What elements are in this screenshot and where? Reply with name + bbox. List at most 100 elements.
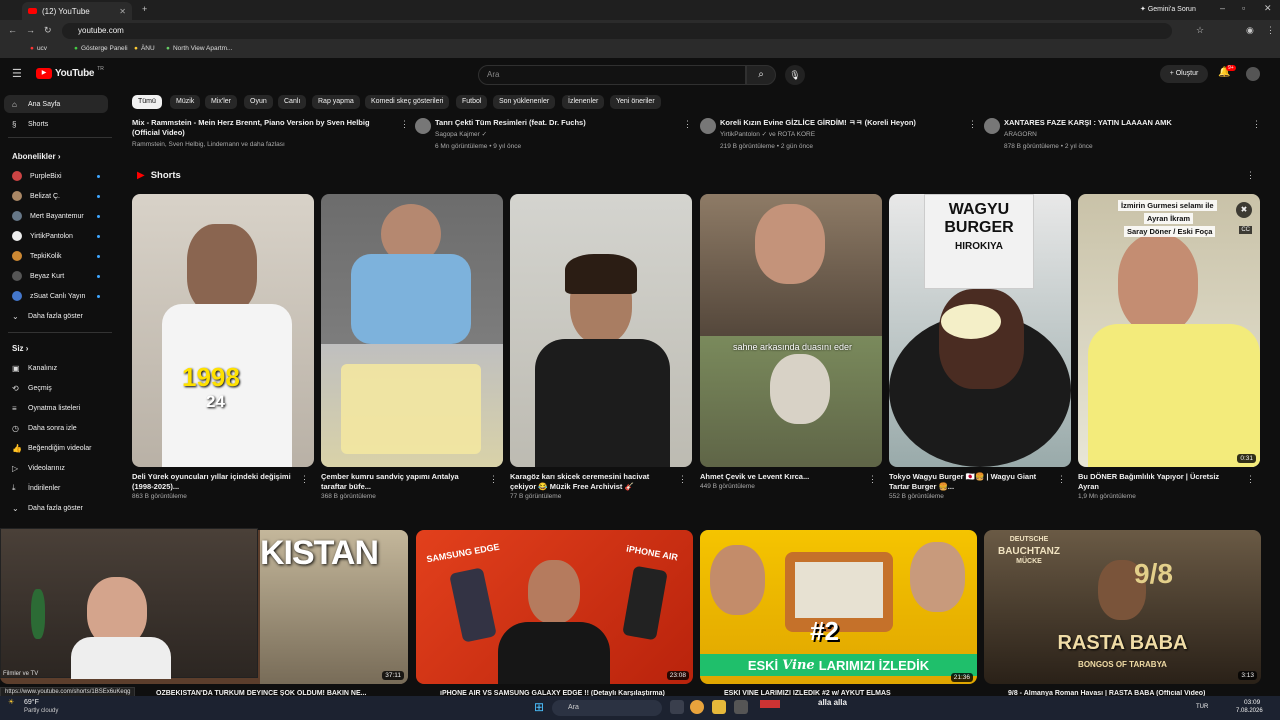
video-title[interactable]: XANTARES FAZE KARŞI : YATIN LAAAAN AMK bbox=[1004, 118, 1254, 128]
menu-dots-icon[interactable]: ⋮ bbox=[1266, 25, 1275, 36]
profile-icon[interactable]: ◉ bbox=[1246, 25, 1254, 36]
bookmark-item[interactable]: ● North View Apartm... bbox=[166, 45, 232, 52]
mute-icon[interactable]: ✖ bbox=[1236, 202, 1252, 218]
sidebar-item-home[interactable]: ⌂ Ana Sayfa bbox=[4, 95, 108, 113]
gemini-button[interactable]: ✦ Gemini'a Sorun bbox=[1140, 5, 1196, 13]
video-info[interactable]: XANTARES FAZE KARŞI : YATIN LAAAAN AMK AR… bbox=[1004, 118, 1254, 152]
filter-chip[interactable]: Oyun bbox=[244, 95, 273, 109]
sidebar-you-item[interactable]: ⤓ İndirilenler bbox=[4, 479, 108, 497]
search-input[interactable]: Ara bbox=[478, 65, 746, 85]
channel-avatar[interactable] bbox=[984, 118, 1000, 134]
video-title[interactable]: Koreli Kızın Evine GİZLİCE GİRDİM! ㅋㅋ (K… bbox=[720, 118, 970, 128]
filter-chip[interactable]: Canlı bbox=[278, 95, 307, 109]
chrome-icon[interactable] bbox=[690, 700, 704, 714]
back-icon[interactable]: ← bbox=[8, 25, 17, 35]
short-thumbnail[interactable]: 1998 24 bbox=[132, 194, 314, 467]
short-info[interactable]: Ahmet Çevik ve Levent Kırca... 449 B görü… bbox=[700, 472, 860, 492]
sidebar-sub-item[interactable]: TepkiKolik bbox=[4, 247, 108, 265]
short-menu-icon[interactable]: ⋮ bbox=[1246, 474, 1255, 485]
short-menu-icon[interactable]: ⋮ bbox=[1057, 474, 1066, 485]
file-explorer-icon[interactable] bbox=[712, 700, 726, 714]
youtube-logo[interactable]: ▶ YouTube TR bbox=[36, 66, 104, 79]
short-thumbnail[interactable] bbox=[321, 194, 503, 467]
video-menu-icon[interactable]: ⋮ bbox=[968, 119, 977, 130]
short-menu-icon[interactable]: ⋮ bbox=[868, 474, 877, 485]
sidebar-sub-item[interactable]: YirtikPantolon bbox=[4, 227, 108, 245]
short-thumbnail[interactable]: sahne arkasında duasını eder bbox=[700, 194, 882, 467]
filter-chip[interactable]: İzlenenler bbox=[562, 95, 605, 109]
short-info[interactable]: Çember kumru sandviç yapımı Antalya tara… bbox=[321, 472, 481, 502]
short-menu-icon[interactable]: ⋮ bbox=[678, 474, 687, 485]
video-menu-icon[interactable]: ⋮ bbox=[1252, 119, 1261, 130]
bookmark-star-icon[interactable]: ☆ bbox=[1196, 25, 1204, 36]
forward-icon[interactable]: → bbox=[26, 25, 35, 35]
filter-chip[interactable]: Mix'ler bbox=[205, 95, 238, 109]
weather-widget[interactable]: ☀ 69°F Partly cloudy bbox=[8, 699, 58, 714]
sidebar-item-shorts[interactable]: § Shorts bbox=[4, 115, 108, 133]
filter-chip[interactable]: Müzik bbox=[170, 95, 201, 109]
filter-chip[interactable]: Komedi skeç gösterileri bbox=[365, 95, 450, 109]
video-info[interactable]: Koreli Kızın Evine GİZLİCE GİRDİM! ㅋㅋ (K… bbox=[720, 118, 970, 152]
taskbar-search-input[interactable]: Ara bbox=[552, 700, 662, 716]
close-window-icon[interactable]: ✕ bbox=[1264, 3, 1272, 14]
create-button[interactable]: + Oluştur bbox=[1160, 65, 1208, 83]
app-thumbnail-icon[interactable] bbox=[760, 700, 780, 708]
sidebar-you-item[interactable]: ▷ Videolarınız bbox=[4, 459, 108, 477]
browser-tab[interactable]: (12) YouTube ✕ bbox=[22, 2, 132, 20]
url-input[interactable]: youtube.com bbox=[62, 23, 1172, 39]
filter-chip[interactable]: Futbol bbox=[456, 95, 488, 109]
short-title[interactable]: Deli Yürek oyuncuları yıllar içindeki de… bbox=[132, 472, 292, 492]
filter-chip[interactable]: Rap yapma bbox=[312, 95, 360, 109]
windows-start-icon[interactable]: ⊞ bbox=[534, 700, 544, 714]
channel-avatar[interactable] bbox=[415, 118, 431, 134]
video-thumbnail[interactable]: #2 ESKİ Vine LARIMIZI İZLEDİK 21:36 bbox=[700, 530, 977, 684]
sidebar-sub-item[interactable]: Mert Bayantemur bbox=[4, 207, 108, 225]
short-info[interactable]: Tokyo Wagyu Burger 🇯🇵🍔 | Wagyu Giant Tar… bbox=[889, 472, 1049, 502]
short-title[interactable]: Çember kumru sandviç yapımı Antalya tara… bbox=[321, 472, 481, 492]
task-view-icon[interactable] bbox=[670, 700, 684, 714]
video-menu-icon[interactable]: ⋮ bbox=[400, 119, 409, 130]
search-button[interactable]: ⌕ bbox=[746, 65, 776, 85]
sidebar-sub-item[interactable]: zSuat Canlı Yayın bbox=[4, 287, 108, 305]
close-tab-icon[interactable]: ✕ bbox=[119, 7, 126, 16]
sidebar-sub-item[interactable]: PurpleBixi bbox=[4, 167, 108, 185]
maximize-icon[interactable]: ▫ bbox=[1242, 3, 1245, 13]
minimize-icon[interactable]: – bbox=[1220, 3, 1225, 13]
channel-name[interactable]: Sagopa Kajmer ✓ bbox=[435, 130, 685, 140]
sidebar-you-item[interactable]: ⟲ Geçmiş bbox=[4, 379, 108, 397]
you-heading[interactable]: Siz › bbox=[12, 344, 28, 353]
channel-name[interactable]: ARAGORN bbox=[1004, 130, 1254, 140]
video-thumbnail[interactable]: SAMSUNG EDGE iPHONE AIR 23:08 bbox=[416, 530, 693, 684]
short-title[interactable]: Bu DÖNER Bağımlılık Yapıyor | Ücretsiz A… bbox=[1078, 472, 1238, 492]
channel-name[interactable]: YirtikPantolon ✓ ve ROTA KORE bbox=[720, 130, 970, 140]
short-menu-icon[interactable]: ⋮ bbox=[300, 474, 309, 485]
shelf-menu-icon[interactable]: ⋮ bbox=[1246, 170, 1255, 181]
video-info[interactable]: Tanrı Çekti Tüm Resimleri (feat. Dr. Fuc… bbox=[435, 118, 685, 152]
sidebar-you-item[interactable]: ◷ Daha sonra izle bbox=[4, 419, 108, 437]
app-icon[interactable] bbox=[734, 700, 748, 714]
language-indicator[interactable]: TUR bbox=[1196, 704, 1208, 710]
filter-chip[interactable]: Son yüklenenler bbox=[493, 95, 556, 109]
short-info[interactable]: Deli Yürek oyuncuları yıllar içindeki de… bbox=[132, 472, 292, 502]
sidebar-sub-item[interactable]: Beyaz Kurt bbox=[4, 267, 108, 285]
short-thumbnail[interactable]: WAGYU BURGER HIROKIYA bbox=[889, 194, 1071, 467]
hamburger-menu-icon[interactable]: ☰ bbox=[12, 67, 22, 80]
short-info[interactable]: Bu DÖNER Bağımlılık Yapıyor | Ücretsiz A… bbox=[1078, 472, 1238, 502]
sidebar-you-item[interactable]: ⌄ Daha fazla göster bbox=[4, 499, 108, 517]
bookmark-item[interactable]: ● ucv bbox=[30, 45, 47, 52]
sidebar-more-subs[interactable]: ⌄ Daha fazla göster bbox=[4, 307, 108, 325]
video-thumbnail[interactable]: DEUTSCHE BAUCHTANZ MÜCKE 9/8 RASTA BABA … bbox=[984, 530, 1261, 684]
voice-search-icon[interactable]: 🎙 bbox=[785, 65, 805, 85]
short-menu-icon[interactable]: ⋮ bbox=[489, 474, 498, 485]
filter-chip[interactable]: Tümü bbox=[132, 95, 162, 109]
video-title[interactable]: Mix - Rammstein - Mein Herz Brennt, Pian… bbox=[132, 118, 382, 128]
short-thumbnail[interactable] bbox=[510, 194, 692, 467]
sidebar-you-item[interactable]: 👍 Beğendiğim videolar bbox=[4, 439, 108, 457]
sidebar-you-item[interactable]: ▣ Kanalınız bbox=[4, 359, 108, 377]
bookmark-item[interactable]: ● ÄNU bbox=[134, 45, 155, 52]
subscriptions-heading[interactable]: Abonelikler › bbox=[12, 152, 60, 161]
short-title[interactable]: Tokyo Wagyu Burger 🇯🇵🍔 | Wagyu Giant Tar… bbox=[889, 472, 1049, 492]
video-title-cont[interactable]: (Official Video) bbox=[132, 128, 382, 138]
reload-icon[interactable]: ↻ bbox=[44, 25, 52, 36]
bookmark-item[interactable]: ● Gösterge Paneli bbox=[74, 45, 128, 52]
